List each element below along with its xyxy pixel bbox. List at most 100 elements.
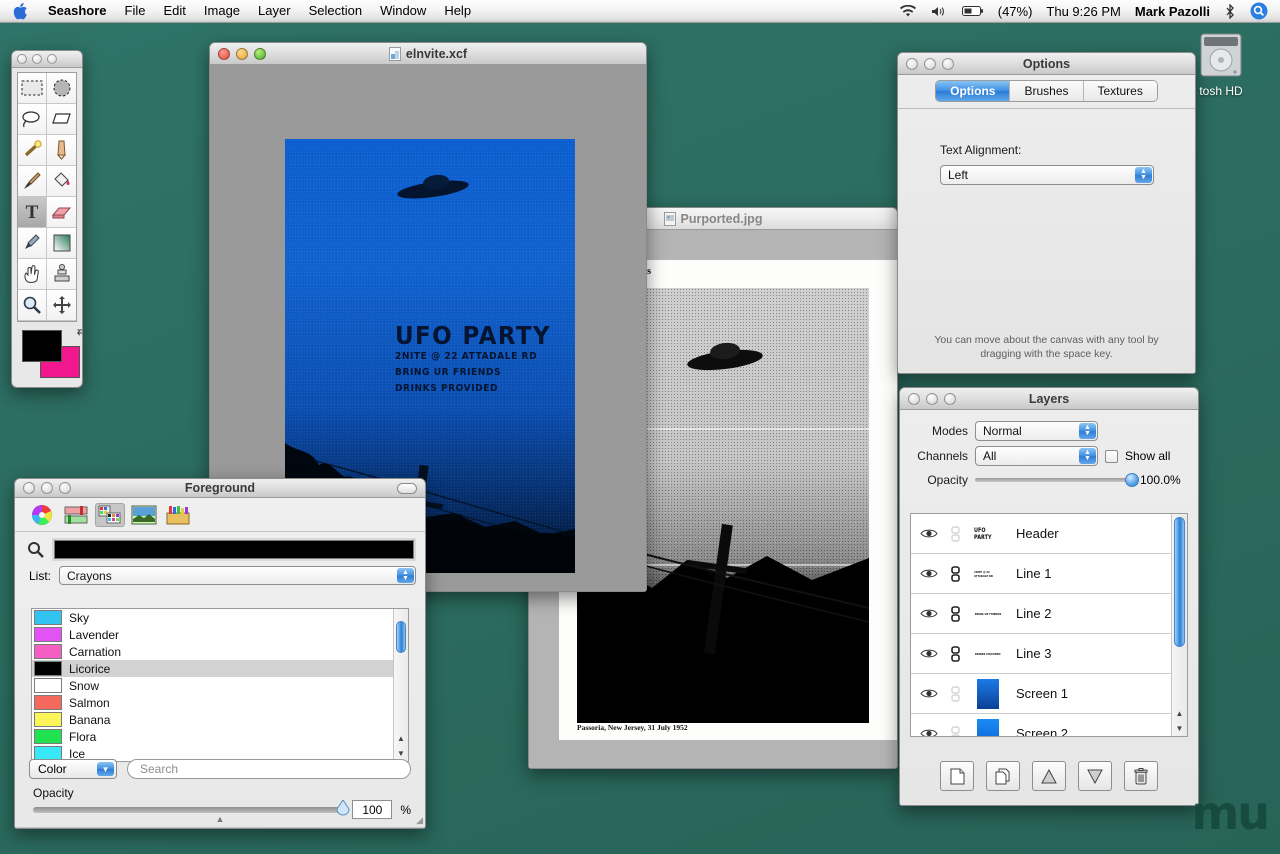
menu-bar-user[interactable]: Mark Pazolli — [1129, 4, 1216, 19]
magnifier-icon[interactable] — [27, 541, 45, 559]
options-zoom-button[interactable] — [942, 58, 954, 70]
layers-zoom-button[interactable] — [944, 393, 956, 405]
layer-link-toggle[interactable] — [948, 646, 962, 662]
table-row[interactable]: Screen 2 — [911, 714, 1187, 737]
layer-link-toggle[interactable] — [948, 686, 962, 702]
foreground-background-color-swatches[interactable]: ⇄ — [22, 330, 80, 382]
swap-colors-icon[interactable]: ⇄ — [77, 325, 83, 338]
list-item-selected[interactable]: Licorice — [32, 660, 408, 677]
battery-icon[interactable] — [956, 5, 990, 17]
crayon-list[interactable]: Sky Lavender Carnation Licorice Snow Sal… — [31, 608, 409, 762]
channels-select[interactable]: All ▲▼ — [975, 446, 1098, 466]
list-item[interactable]: Snow — [32, 677, 408, 694]
layer-link-toggle[interactable] — [948, 526, 962, 542]
spotlight-icon[interactable] — [1244, 2, 1274, 20]
scroll-down-arrow-icon[interactable]: ▼ — [1172, 721, 1187, 736]
text-alignment-select[interactable]: Left ▲▼ — [940, 165, 1154, 185]
layer-list[interactable]: UFO PARTY Header — [910, 513, 1188, 737]
table-row[interactable]: DRINKS PROVIDED Line 3 — [911, 634, 1187, 674]
options-window-controls[interactable] — [898, 58, 954, 70]
modes-select[interactable]: Normal ▲▼ — [975, 421, 1098, 441]
color-mode-select[interactable]: Color ▼ — [29, 759, 117, 779]
list-item[interactable]: Lavender — [32, 626, 408, 643]
foreground-color-panel[interactable]: Foreground — [14, 478, 426, 829]
bucket-fill-tool[interactable] — [47, 166, 76, 197]
layers-window-controls[interactable] — [900, 393, 956, 405]
list-item[interactable]: Banana — [32, 711, 408, 728]
menu-file[interactable]: File — [116, 0, 155, 22]
panel-collapse-grip[interactable]: ▲ — [15, 814, 425, 824]
layers-palette[interactable]: Layers Modes Normal ▲▼ Channels All ▲▼ S… — [899, 387, 1199, 806]
opacity-slider-knob[interactable] — [1125, 473, 1139, 487]
wifi-icon[interactable] — [894, 5, 922, 18]
foreground-zoom-button[interactable] — [59, 482, 71, 494]
options-minimize-button[interactable] — [924, 58, 936, 70]
table-row[interactable]: 2NITE @ 22 ATTADALE RD Line 1 — [911, 554, 1187, 594]
crayon-list-scrollbar[interactable]: ▲ ▼ — [393, 609, 408, 761]
magic-wand-tool[interactable] — [18, 135, 47, 166]
scroll-up-arrow-icon[interactable]: ▲ — [394, 731, 408, 746]
menu-help[interactable]: Help — [435, 0, 480, 22]
menu-image[interactable]: Image — [195, 0, 249, 22]
volume-icon[interactable] — [924, 5, 954, 18]
menu-app-name[interactable]: Seashore — [39, 0, 116, 22]
menu-layer[interactable]: Layer — [249, 0, 300, 22]
layer-visibility-toggle[interactable] — [919, 608, 939, 619]
gradient-tool[interactable] — [47, 228, 76, 259]
foreground-minimize-button[interactable] — [41, 482, 53, 494]
text-tool[interactable]: T — [18, 197, 47, 228]
elnvite-close-button[interactable] — [218, 48, 230, 60]
move-tool[interactable] — [47, 290, 76, 321]
foreground-titlebar[interactable]: Foreground — [15, 479, 425, 498]
foreground-color-swatch[interactable] — [22, 330, 62, 362]
palette-list-select[interactable]: Crayons ▲▼ — [59, 566, 416, 585]
layers-close-button[interactable] — [908, 393, 920, 405]
smudge-tool[interactable] — [18, 259, 47, 290]
new-layer-button[interactable] — [940, 761, 974, 791]
options-close-button[interactable] — [906, 58, 918, 70]
layer-list-scrollbar[interactable]: ▲ ▼ — [1171, 514, 1187, 736]
elnvite-zoom-button[interactable] — [254, 48, 266, 60]
foreground-close-button[interactable] — [23, 482, 35, 494]
list-item[interactable]: Carnation — [32, 643, 408, 660]
resize-handle[interactable]: ◢ — [416, 815, 423, 826]
layers-minimize-button[interactable] — [926, 393, 938, 405]
layer-visibility-toggle[interactable] — [919, 648, 939, 659]
move-layer-up-button[interactable] — [1032, 761, 1066, 791]
paintbrush-tool[interactable] — [18, 166, 47, 197]
scrollbar-thumb[interactable] — [1174, 517, 1185, 647]
zoom-tool[interactable] — [18, 290, 47, 321]
toolbox-zoom-button[interactable] — [47, 54, 57, 64]
duplicate-layer-button[interactable] — [986, 761, 1020, 791]
opacity-slider[interactable] — [975, 478, 1133, 482]
layer-link-toggle[interactable] — [948, 726, 962, 738]
foreground-opacity-slider[interactable] — [33, 807, 344, 813]
toolbox-minimize-button[interactable] — [32, 54, 42, 64]
color-sliders-tab[interactable] — [61, 503, 91, 527]
menu-selection[interactable]: Selection — [300, 0, 371, 22]
list-item[interactable]: Sky — [32, 609, 408, 626]
options-titlebar[interactable]: Options — [898, 53, 1195, 75]
menu-edit[interactable]: Edit — [155, 0, 195, 22]
ellipse-select-tool[interactable] — [47, 73, 76, 104]
bluetooth-icon[interactable] — [1218, 4, 1242, 19]
pencil-tool[interactable] — [47, 135, 76, 166]
rectangle-select-tool[interactable] — [18, 73, 47, 104]
tab-options[interactable]: Options — [936, 81, 1010, 101]
layers-titlebar[interactable]: Layers — [900, 388, 1198, 410]
image-palettes-tab[interactable] — [129, 503, 159, 527]
search-input[interactable]: Search — [127, 759, 411, 779]
toolbox-close-button[interactable] — [17, 54, 27, 64]
table-row[interactable]: UFO PARTY Header — [911, 514, 1187, 554]
toolbox-palette[interactable]: T — [11, 50, 83, 388]
show-all-checkbox[interactable] — [1105, 450, 1118, 463]
color-wheel-tab[interactable] — [27, 503, 57, 527]
elnvite-titlebar[interactable]: elnvite.xcf — [210, 43, 646, 65]
scroll-up-arrow-icon[interactable]: ▲ — [1172, 706, 1187, 721]
polygon-lasso-tool[interactable] — [47, 104, 76, 135]
desktop-icon-macintosh-hd[interactable]: tosh HD — [1176, 32, 1266, 98]
crayons-tab[interactable] — [163, 503, 193, 527]
toolbar-toggle-pill-button[interactable] — [397, 483, 417, 494]
table-row[interactable]: Screen 1 — [911, 674, 1187, 714]
tab-brushes[interactable]: Brushes — [1010, 81, 1083, 101]
